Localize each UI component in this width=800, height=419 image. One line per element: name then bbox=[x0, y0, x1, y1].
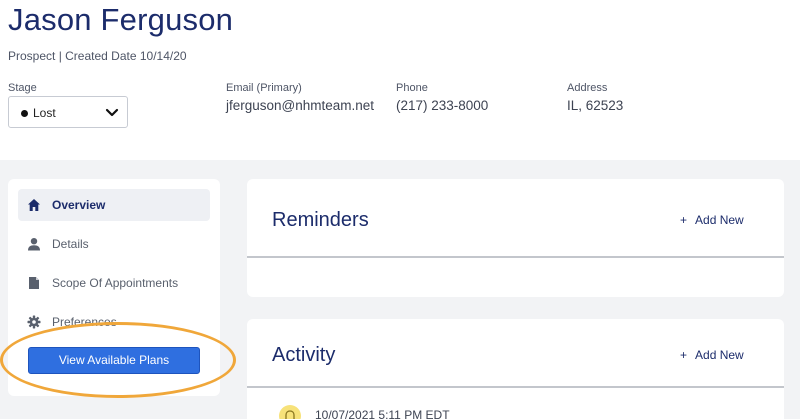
contact-header: Jason Ferguson Prospect | Created Date 1… bbox=[0, 0, 800, 160]
sidebar-item-overview[interactable]: Overview bbox=[18, 189, 210, 221]
divider bbox=[247, 256, 784, 258]
plus-icon: + bbox=[680, 348, 688, 362]
activity-timestamp: 10/07/2021 5:11 PM EDT bbox=[315, 408, 450, 419]
reminders-title: Reminders bbox=[272, 209, 369, 231]
sidebar-item-details[interactable]: Details bbox=[18, 228, 210, 260]
activity-add-new-button[interactable]: + Add New bbox=[680, 348, 744, 362]
reminders-add-new-button[interactable]: + Add New bbox=[680, 213, 744, 227]
email-value: jferguson@nhmteam.net bbox=[226, 98, 375, 113]
sidebar-item-label: Scope Of Appointments bbox=[52, 276, 179, 290]
chevron-down-icon bbox=[105, 108, 119, 117]
activity-card: Activity + Add New bbox=[247, 319, 784, 419]
divider bbox=[247, 386, 784, 388]
sidebar-item-label: Details bbox=[52, 237, 89, 251]
gear-icon bbox=[27, 315, 41, 329]
document-icon bbox=[29, 277, 39, 289]
contact-name: Jason Ferguson bbox=[8, 2, 234, 37]
bell-icon bbox=[285, 410, 295, 419]
email-label: Email (Primary) bbox=[226, 82, 302, 94]
person-icon bbox=[28, 238, 40, 251]
contact-subline: Prospect | Created Date 10/14/20 bbox=[8, 49, 187, 63]
stage-label: Stage bbox=[8, 82, 37, 94]
address-label: Address bbox=[567, 82, 608, 94]
add-new-label: Add New bbox=[695, 348, 744, 362]
phone-label: Phone bbox=[396, 82, 428, 94]
address-value: IL, 62523 bbox=[567, 98, 624, 113]
sidebar-item-label: Preferences bbox=[52, 315, 117, 329]
plus-icon: + bbox=[680, 213, 688, 227]
stage-dot-icon bbox=[21, 110, 28, 117]
stage-dropdown[interactable]: Lost bbox=[8, 96, 128, 128]
activity-entry-icon bbox=[279, 405, 301, 419]
stage-value: Lost bbox=[33, 106, 56, 120]
reminders-card: Reminders + Add New bbox=[247, 179, 784, 297]
home-icon bbox=[28, 199, 40, 211]
sidebar-item-label: Overview bbox=[52, 198, 106, 212]
activity-title: Activity bbox=[272, 344, 336, 366]
phone-value: (217) 233-8000 bbox=[396, 98, 489, 113]
view-available-plans-button[interactable]: View Available Plans bbox=[28, 347, 200, 374]
sidebar-item-scope-of-appointments[interactable]: Scope Of Appointments bbox=[18, 267, 210, 299]
add-new-label: Add New bbox=[695, 213, 744, 227]
sidebar-item-preferences[interactable]: Preferences bbox=[18, 306, 210, 338]
